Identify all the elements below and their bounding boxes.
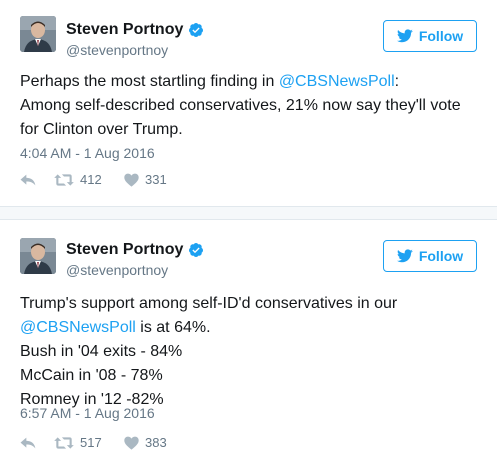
retweet-count: 412	[80, 172, 102, 187]
twitter-bird-icon	[396, 249, 413, 263]
tweet-timestamp[interactable]: 4:04 AM - 1 Aug 2016	[20, 145, 155, 161]
tweet-text-line: Bush in '04 exits - 84%	[20, 343, 183, 360]
retweet-icon	[54, 173, 74, 186]
like-button[interactable]: 383	[124, 435, 167, 450]
like-button[interactable]: 331	[124, 172, 167, 187]
reply-button[interactable]	[20, 173, 54, 187]
follow-button[interactable]: Follow	[383, 240, 477, 272]
tweet-text-line: @CBSNewsPoll is at 64%.	[20, 316, 480, 340]
like-count: 331	[145, 172, 167, 187]
tweet-text-line: McCain in '08 - 78%	[20, 367, 163, 384]
reply-button[interactable]	[20, 436, 54, 450]
author-name[interactable]: Steven Portnoy	[66, 21, 183, 39]
tweet-timestamp[interactable]: 6:57 AM - 1 Aug 2016	[20, 405, 155, 421]
reply-icon	[20, 174, 36, 185]
like-heart-icon	[124, 436, 139, 450]
retweet-icon	[54, 436, 74, 449]
tweet-text-line: Perhaps the most startling finding in @C…	[20, 70, 480, 94]
tweet-actions: 517 383	[20, 435, 167, 450]
twitter-bird-icon	[396, 29, 413, 43]
verified-badge-icon	[189, 23, 204, 37]
text-segment: Perhaps the most startling finding in	[20, 73, 279, 90]
mention-link[interactable]: @CBSNewsPoll	[279, 73, 395, 90]
avatar[interactable]	[20, 16, 56, 52]
tweet-separator	[0, 206, 497, 220]
author-name-row[interactable]: Steven Portnoy	[66, 21, 204, 39]
like-heart-icon	[124, 173, 139, 187]
avatar[interactable]	[20, 238, 56, 274]
tweet-text-line: Among self-described conservatives, 21% …	[20, 97, 461, 114]
verified-badge-icon	[189, 243, 204, 257]
tweet-actions: 412 331	[20, 172, 167, 187]
mention-link[interactable]: @CBSNewsPoll	[20, 319, 136, 336]
retweet-button[interactable]: 517	[54, 435, 124, 450]
author-handle[interactable]: @stevenportnoy	[66, 262, 168, 278]
tweet-text: Perhaps the most startling finding in @C…	[20, 70, 480, 142]
author-name-row[interactable]: Steven Portnoy	[66, 241, 204, 259]
tweet-text-line: Trump's support among self-ID'd conserva…	[20, 295, 398, 312]
author-handle[interactable]: @stevenportnoy	[66, 42, 168, 58]
tweet-text-line: for Clinton over Trump.	[20, 121, 183, 138]
follow-label: Follow	[418, 28, 464, 44]
author-name[interactable]: Steven Portnoy	[66, 241, 183, 259]
like-count: 383	[145, 435, 167, 450]
text-segment: :	[394, 73, 400, 90]
tweet-card: Steven Portnoy @stevenportnoy Follow Per…	[0, 0, 497, 206]
retweet-count: 517	[80, 435, 102, 450]
follow-label: Follow	[418, 248, 464, 264]
text-segment: is at 64%.	[135, 319, 211, 336]
follow-button[interactable]: Follow	[383, 20, 477, 52]
tweet-text: Trump's support among self-ID'd conserva…	[20, 292, 480, 412]
retweet-button[interactable]: 412	[54, 172, 124, 187]
reply-icon	[20, 437, 36, 448]
tweet-card: Steven Portnoy @stevenportnoy Follow Tru…	[0, 220, 497, 466]
